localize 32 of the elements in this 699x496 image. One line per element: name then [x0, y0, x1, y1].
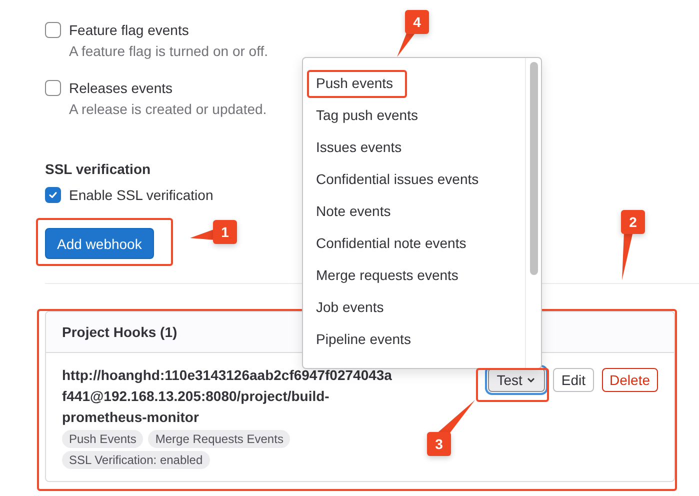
checkbox-description: A feature flag is turned on or off.	[69, 42, 268, 60]
checkbox[interactable]	[45, 80, 61, 96]
callout-badge: 2	[621, 210, 645, 234]
checkbox-label: Releases events	[69, 79, 174, 98]
check-icon	[48, 190, 58, 200]
callout-badge: 3	[427, 432, 451, 456]
menu-item[interactable]: Confidential note events	[303, 227, 525, 259]
event-tag: SSL Verification: enabled	[62, 451, 210, 469]
callout-pointer	[622, 232, 633, 280]
callout-badge: 1	[213, 220, 237, 244]
add-webhook-button[interactable]: Add webhook	[45, 228, 154, 259]
scrollbar-thumb[interactable]	[530, 62, 538, 275]
menu-item[interactable]: Note events	[303, 195, 525, 227]
menu-item[interactable]: Tag push events	[303, 99, 525, 131]
checkbox[interactable]	[45, 187, 61, 203]
menu-item[interactable]: Confidential issues events	[303, 163, 525, 195]
event-tag: Push Events	[62, 430, 144, 448]
test-dropdown-button[interactable]: Test	[488, 368, 546, 392]
menu-item[interactable]: Pipeline events	[303, 323, 525, 355]
checkbox-description: A release is created or updated.	[69, 100, 267, 118]
callout-badge: 4	[405, 10, 429, 34]
edit-button[interactable]: Edit	[553, 368, 594, 392]
delete-button[interactable]: Delete	[602, 368, 658, 392]
menu-item[interactable]: Issues events	[303, 131, 525, 163]
menu-item[interactable]: Merge requests events	[303, 259, 525, 291]
checkbox-label: Feature flag events	[69, 21, 190, 40]
chevron-down-icon	[526, 375, 536, 385]
checkbox-label: Enable SSL verification	[69, 186, 214, 205]
event-tag: Merge Requests Events	[148, 430, 290, 448]
webhook-url: http://hoanghd:110e3143126aab2cf6947f0274043af441@192.168.13.205:8080/project/build-prometheus-monitor	[62, 366, 392, 427]
checkbox[interactable]	[45, 22, 61, 38]
menu-item[interactable]: Push events	[303, 67, 525, 99]
